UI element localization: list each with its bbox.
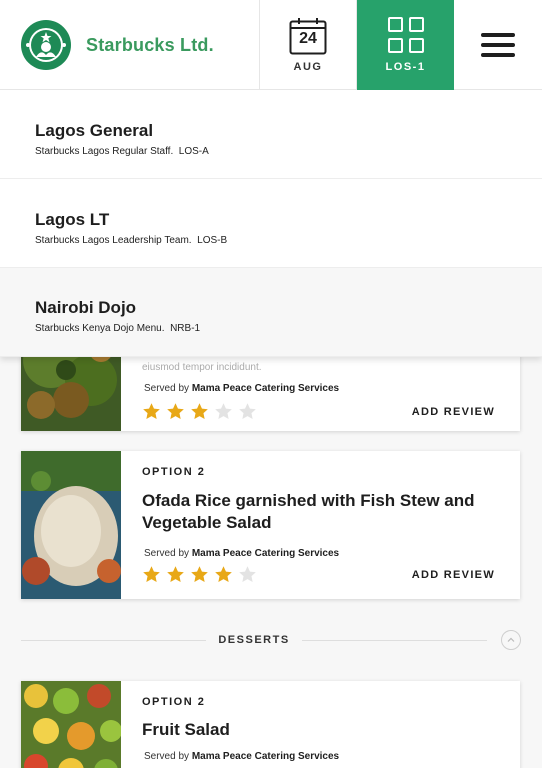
location-item-nairobi-dojo[interactable]: Nairobi Dojo Starbucks Kenya Dojo Menu. …: [0, 268, 542, 357]
location-description: Starbucks Kenya Dojo Menu. NRB-1: [35, 323, 507, 334]
option-label: OPTION 2: [142, 466, 206, 478]
meal-description: eiusmod tempor incididunt.: [142, 362, 262, 373]
meal-image: [21, 451, 121, 599]
add-review-button[interactable]: ADD REVIEW: [412, 569, 495, 581]
star-filled-icon[interactable]: [142, 565, 161, 584]
star-filled-icon[interactable]: [190, 402, 209, 421]
vendor-name[interactable]: Mama Peace Catering Services: [192, 383, 339, 394]
location-code-text: NRB-1: [170, 323, 201, 334]
option-label: OPTION 2: [142, 696, 206, 708]
rating-row: ADD REVIEW: [142, 402, 495, 421]
location-selector[interactable]: LOS-1: [357, 0, 454, 90]
star-filled-icon[interactable]: [214, 565, 233, 584]
location-code-text: LOS-A: [178, 146, 209, 157]
starbucks-logo-icon: [20, 19, 72, 71]
divider-line: [21, 639, 207, 641]
date-day: 24: [299, 30, 317, 47]
grid-icon: [387, 17, 424, 53]
star-empty-icon[interactable]: [238, 565, 257, 584]
hamburger-icon: [481, 33, 515, 57]
served-prefix: Served by: [144, 548, 190, 559]
location-dropdown: Lagos General Starbucks Lagos Regular St…: [0, 90, 542, 357]
location-desc-text: Starbucks Kenya Dojo Menu.: [35, 323, 165, 334]
star-rating[interactable]: [142, 402, 257, 421]
divider-line: [301, 639, 488, 641]
star-filled-icon[interactable]: [190, 565, 209, 584]
location-description: Starbucks Lagos Leadership Team. LOS-B: [35, 235, 507, 246]
menu-button[interactable]: [454, 0, 542, 90]
rating-row: ADD REVIEW: [142, 565, 495, 584]
location-desc-text: Starbucks Lagos Leadership Team.: [35, 235, 192, 246]
date-selector[interactable]: 24 AUG: [260, 0, 357, 90]
calendar-icon: 24: [289, 17, 327, 55]
section-divider-desserts: DESSERTS: [21, 628, 522, 652]
star-empty-icon[interactable]: [238, 402, 257, 421]
brand-name: Starbucks Ltd.: [86, 34, 214, 55]
chevron-up-icon[interactable]: [501, 630, 522, 650]
vendor-name[interactable]: Mama Peace Catering Services: [192, 751, 339, 762]
meal-title: Fruit Salad: [142, 720, 230, 739]
served-prefix: Served by: [144, 751, 190, 762]
star-empty-icon[interactable]: [214, 402, 233, 421]
date-month: AUG: [293, 61, 323, 73]
star-filled-icon[interactable]: [166, 565, 185, 584]
brand[interactable]: Starbucks Ltd.: [0, 0, 260, 90]
star-rating[interactable]: [142, 565, 257, 584]
served-by: Served by Mama Peace Catering Services: [142, 751, 495, 762]
location-desc-text: Starbucks Lagos Regular Staff.: [35, 146, 174, 157]
section-label: DESSERTS: [218, 634, 290, 646]
served-prefix: Served by: [144, 383, 190, 394]
location-description: Starbucks Lagos Regular Staff. LOS-A: [35, 146, 507, 157]
served-by: Served by Mama Peace Catering Services: [144, 383, 339, 394]
location-item-lagos-general[interactable]: Lagos General Starbucks Lagos Regular St…: [0, 90, 542, 179]
meal-card[interactable]: OPTION 2 Ofada Rice garnished with Fish …: [21, 451, 520, 599]
location-name: Nairobi Dojo: [35, 298, 137, 317]
meal-image: [21, 681, 122, 768]
app-header: Starbucks Ltd. 24 AUG LOS-1: [0, 0, 542, 90]
vendor-name[interactable]: Mama Peace Catering Services: [192, 548, 339, 559]
add-review-button[interactable]: ADD REVIEW: [412, 406, 495, 418]
location-code-text: LOS-B: [197, 235, 228, 246]
meal-card[interactable]: OPTION 2 Fruit Salad Served by Mama Peac…: [21, 681, 520, 768]
served-by: Served by Mama Peace Catering Services: [142, 548, 495, 559]
star-filled-icon[interactable]: [166, 402, 185, 421]
location-code: LOS-1: [385, 61, 426, 73]
location-name: Lagos General: [35, 121, 154, 140]
star-filled-icon[interactable]: [142, 402, 161, 421]
location-name: Lagos LT: [35, 210, 110, 229]
location-item-lagos-lt[interactable]: Lagos LT Starbucks Lagos Leadership Team…: [0, 179, 542, 268]
meal-title: Ofada Rice garnished with Fish Stew and …: [142, 491, 475, 532]
